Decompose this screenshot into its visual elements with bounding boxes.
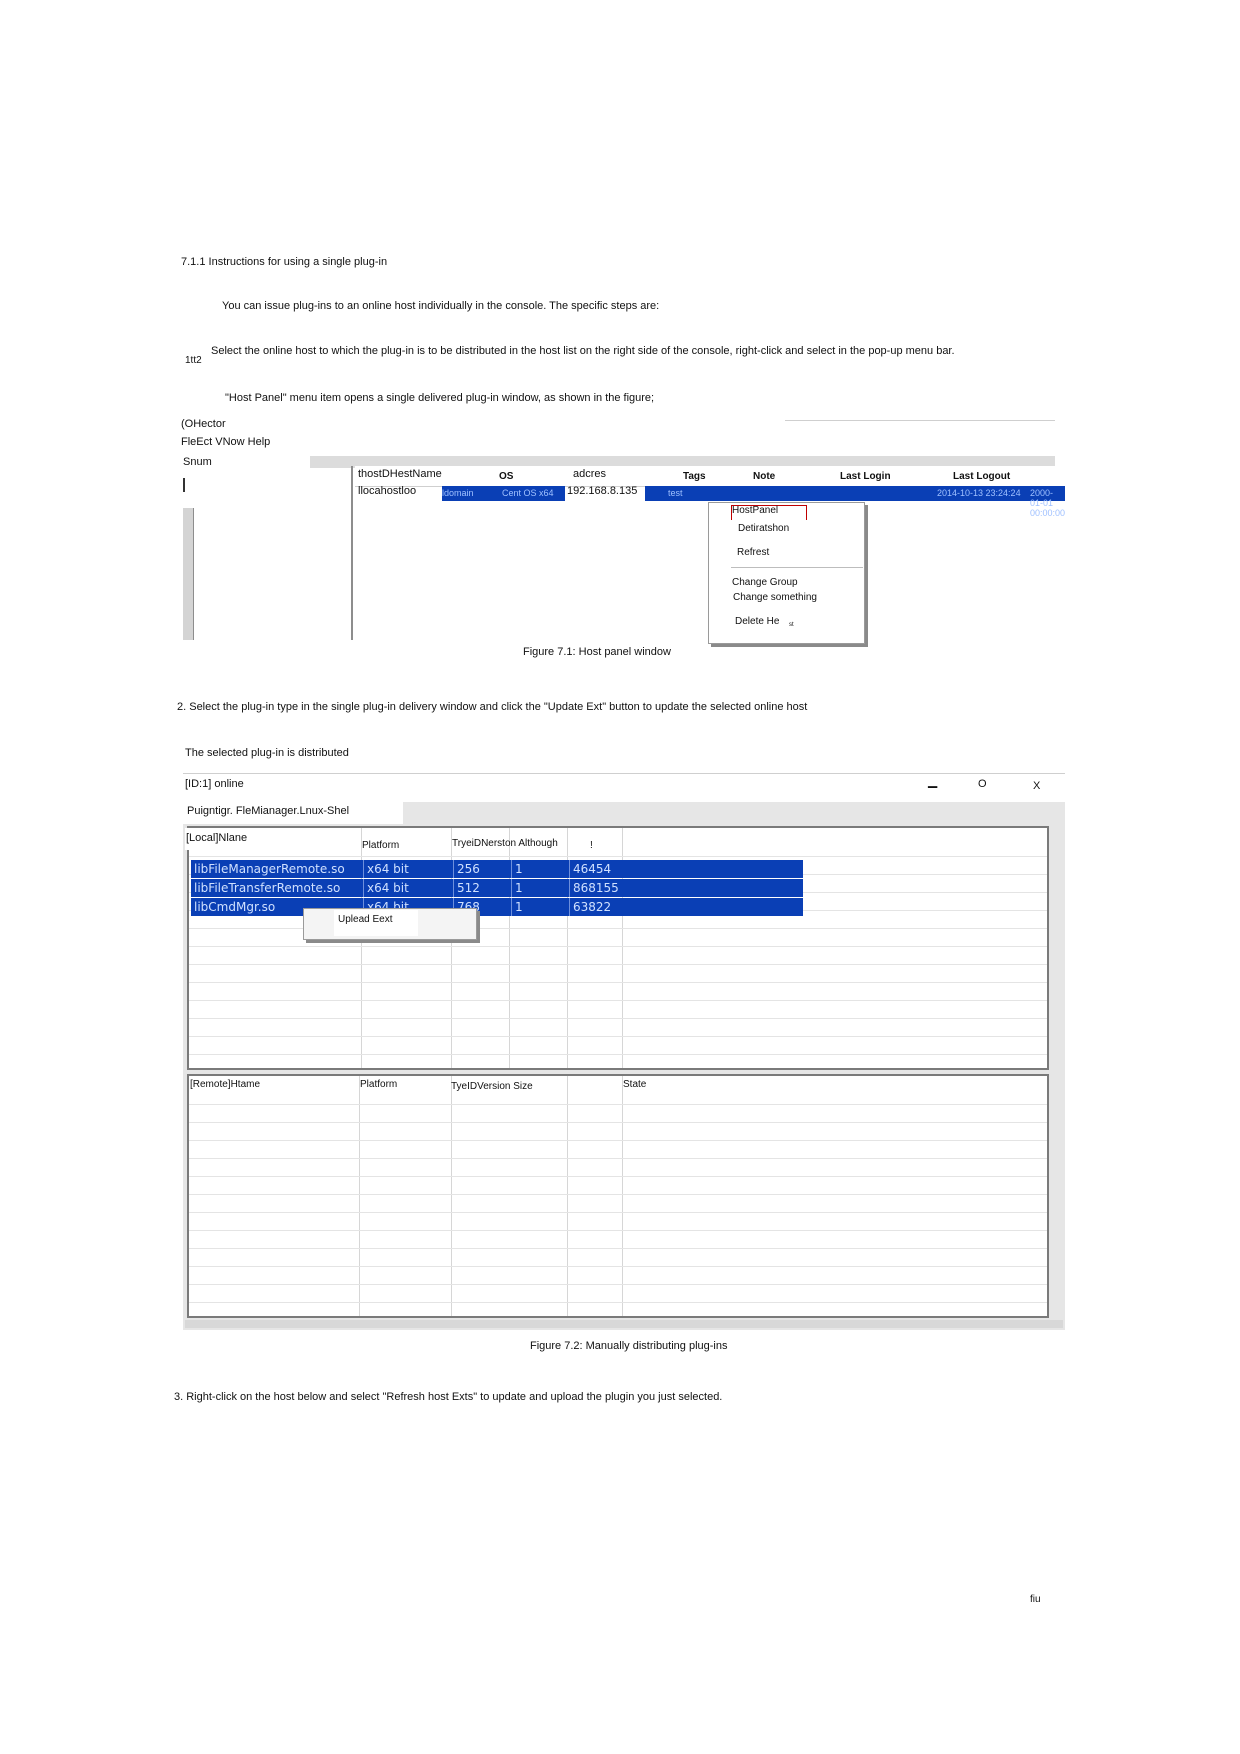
close-button[interactable]: X [1033,780,1040,792]
menu-item-delete-host[interactable]: Delete He [735,616,779,627]
figure1-caption: Figure 7.1: Host panel window [523,646,671,658]
local-col-extra: ! [590,840,593,851]
step1-text: Select the online host to which the plug… [211,345,955,357]
host-last-logout: 2000-01-01 00:00:00 [1030,488,1066,518]
local-cell-type: 512 [453,879,511,897]
update-ext-menu-item[interactable]: Uplead Eext [338,914,392,925]
column-address[interactable]: adcres [573,468,606,480]
remote-col-state[interactable]: State [623,1079,646,1090]
maximize-button[interactable]: O [978,778,987,790]
menu-item-host-panel[interactable]: HostPanel [732,505,778,516]
local-cell-version: 1 [511,898,569,916]
plugin-popup-menu: Uplead Eext [303,908,477,940]
host-hostname: llocahostloo [358,485,417,497]
local-col-platform[interactable]: Platform [362,840,399,851]
local-cell-type: 256 [453,860,511,878]
local-row[interactable]: libFileTransferRemote.so x64 bit 512 1 8… [191,879,803,897]
host-panel-figure: Snum thostDHestName OS adcres Tags Note … [183,420,1065,650]
host-last-login: 2014-10-13 23:24:24 [937,488,1021,498]
host-context-menu: HostPanel Detiratshon Refrest Change Gro… [708,502,865,644]
step2-continuation: The selected plug-in is distributed [185,747,349,759]
local-cell-size: 63822 [569,898,625,916]
menu-separator [731,567,863,568]
plugin-type-label: Puigntigr. FleMianager.Lnux-Shel [187,805,350,817]
tree-label: Snum [183,456,212,468]
step3-text: 3. Right-click on the host below and sel… [174,1391,723,1403]
column-tags[interactable]: Tags [683,471,706,482]
window-titlebar: [ID:1] online ▁ O X [183,774,1065,802]
intro-paragraph: You can issue plug-ins to an online host… [222,300,660,312]
local-cell-name: libFileManagerRemote.so [194,862,345,876]
remote-plugin-grid [187,1074,1049,1318]
step1-marker: 1tt2 [185,355,202,366]
remote-col-platform[interactable]: Platform [360,1079,397,1090]
section-heading: 7.1.1 Instructions for using a single pl… [181,256,388,268]
local-cell-platform: x64 bit [363,860,453,878]
local-cell-size: 868155 [569,879,625,897]
local-cell-version: 1 [511,879,569,897]
column-last-logout[interactable]: Last Logout [953,471,1010,482]
local-cell-version: 1 [511,860,569,878]
column-last-login[interactable]: Last Login [840,471,891,482]
menu-item-refresh[interactable]: Refrest [737,547,769,558]
plugin-delivery-window: [ID:1] online ▁ O X Puigntigr. FleMianag… [183,773,1065,1330]
window-title: [ID:1] online [185,778,244,790]
menu-item-change-something[interactable]: Change something [733,592,817,603]
menu-item-detiratshon[interactable]: Detiratshon [738,523,789,534]
step2-text: 2. Select the plug-in type in the single… [177,701,808,713]
local-cell-name: libFileTransferRemote.so [194,881,341,895]
local-row[interactable]: libCmdMgr.so x64 bit 768 1 63822 [191,898,803,916]
tree-cursor [183,478,185,492]
column-note[interactable]: Note [753,471,775,482]
host-address: 192.168.8.135 [567,485,638,497]
figure2-caption: Figure 7.2: Manually distributing plug-i… [530,1340,728,1352]
menu-item-suffix: st [789,622,794,628]
minimize-button[interactable]: ▁ [928,774,937,788]
window-statusbar [185,1320,1063,1328]
menu-item-change-group[interactable]: Change Group [732,577,798,588]
host-os: Cent OS x64 [502,488,554,498]
local-cell-platform: x64 bit [363,879,453,897]
local-col-name[interactable]: [Local]Nlane [186,832,247,844]
host-row[interactable]: llocahostloo ldomain Cent OS x64 192.168… [355,485,1065,518]
local-row[interactable]: libFileManagerRemote.so x64 bit 256 1 46… [191,860,803,878]
tree-scrollbar[interactable] [183,508,194,640]
remote-col-type-version-size[interactable]: TyeIDVersion Size [451,1081,533,1092]
local-cell-size: 46454 [569,860,625,878]
column-os[interactable]: OS [499,471,513,482]
remote-col-name[interactable]: [Remote]Htame [190,1079,260,1090]
column-hostname[interactable]: thostDHestName [358,468,442,480]
pane-splitter[interactable] [351,466,353,640]
host-tags: test [668,488,683,498]
page-number: fiu [1030,1594,1041,1605]
step1-continuation: "Host Panel" menu item opens a single de… [225,392,655,404]
local-col-type-version[interactable]: TryeiDNerston Although [452,838,558,849]
host-domain: ldomain [442,488,474,498]
